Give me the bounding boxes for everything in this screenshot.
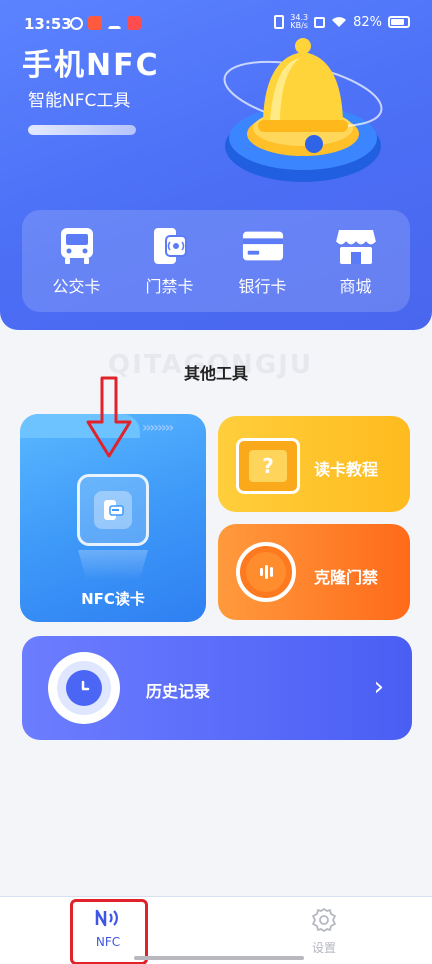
- header-decor-bar-fill: [28, 125, 136, 135]
- wifi-icon: [331, 16, 347, 28]
- quick-item-label: 门禁卡: [145, 277, 194, 296]
- shop-icon: [335, 225, 377, 267]
- battery-icon: [388, 16, 410, 28]
- bank-card-icon: [242, 225, 284, 267]
- sync-notification-icon: [70, 16, 83, 30]
- read-tutorial-card[interactable]: ? 读卡教程: [218, 416, 410, 512]
- clone-access-label: 克隆门禁: [314, 568, 379, 587]
- header-banner: 13:53 34.3 KB/s 82% 手机NFC 智能NFC工具 公交卡 门禁…: [0, 0, 432, 330]
- annotation-highlight-box: [70, 899, 148, 964]
- bus-icon: [56, 225, 98, 267]
- quick-menu: 公交卡 门禁卡 银行卡 商城: [22, 210, 410, 312]
- bell-icon: [223, 38, 383, 182]
- app-title: 手机NFC: [22, 48, 160, 83]
- quick-item-access-card[interactable]: 门禁卡: [130, 225, 210, 297]
- nav-label: 设置: [311, 941, 336, 955]
- battery-level: [391, 19, 405, 25]
- quick-item-bank-card[interactable]: 银行卡: [223, 225, 303, 297]
- question-icon: ?: [236, 438, 300, 494]
- vibrate-icon: [274, 15, 285, 29]
- header-decor-bar: [28, 125, 136, 135]
- quick-item-label: 银行卡: [238, 277, 287, 296]
- quick-item-label: 商城: [339, 277, 372, 296]
- chevrons-decor: ››››››››: [142, 420, 174, 436]
- nfc-beam-decor: [78, 550, 148, 580]
- crown-notification-icon: [107, 18, 122, 29]
- nfc-read-label: NFC读卡: [81, 590, 145, 608]
- access-card-icon: [149, 225, 191, 267]
- shop-notification-icon: [127, 16, 141, 30]
- home-indicator[interactable]: [134, 956, 304, 960]
- quick-item-bus-card[interactable]: 公交卡: [37, 225, 117, 297]
- gear-icon: [312, 908, 336, 932]
- notification-icons: [70, 16, 141, 30]
- annotation-arrow-icon: [86, 376, 132, 458]
- section-title: 其他工具: [183, 364, 248, 383]
- nfc-card-reader-icon: [77, 474, 149, 546]
- app-subtitle: 智能NFC工具: [28, 91, 131, 111]
- history-record-label: 历史记录: [146, 682, 211, 701]
- nav-item-settings[interactable]: 设置: [284, 907, 364, 956]
- signal-icon: [236, 542, 296, 602]
- chevron-right-icon: ›: [373, 672, 384, 702]
- history-record-card[interactable]: 历史记录 ›: [22, 636, 412, 740]
- status-time: 13:53: [24, 15, 72, 33]
- read-tutorial-label: 读卡教程: [314, 460, 379, 479]
- clock-icon: [48, 652, 120, 724]
- clone-access-card[interactable]: 克隆门禁: [218, 524, 410, 620]
- quick-item-shop[interactable]: 商城: [316, 225, 396, 297]
- sim-icon: [314, 16, 326, 28]
- bottom-nav: NFC 设置: [0, 896, 432, 964]
- quick-item-label: 公交卡: [52, 277, 101, 296]
- app-notification-icon: [88, 16, 102, 30]
